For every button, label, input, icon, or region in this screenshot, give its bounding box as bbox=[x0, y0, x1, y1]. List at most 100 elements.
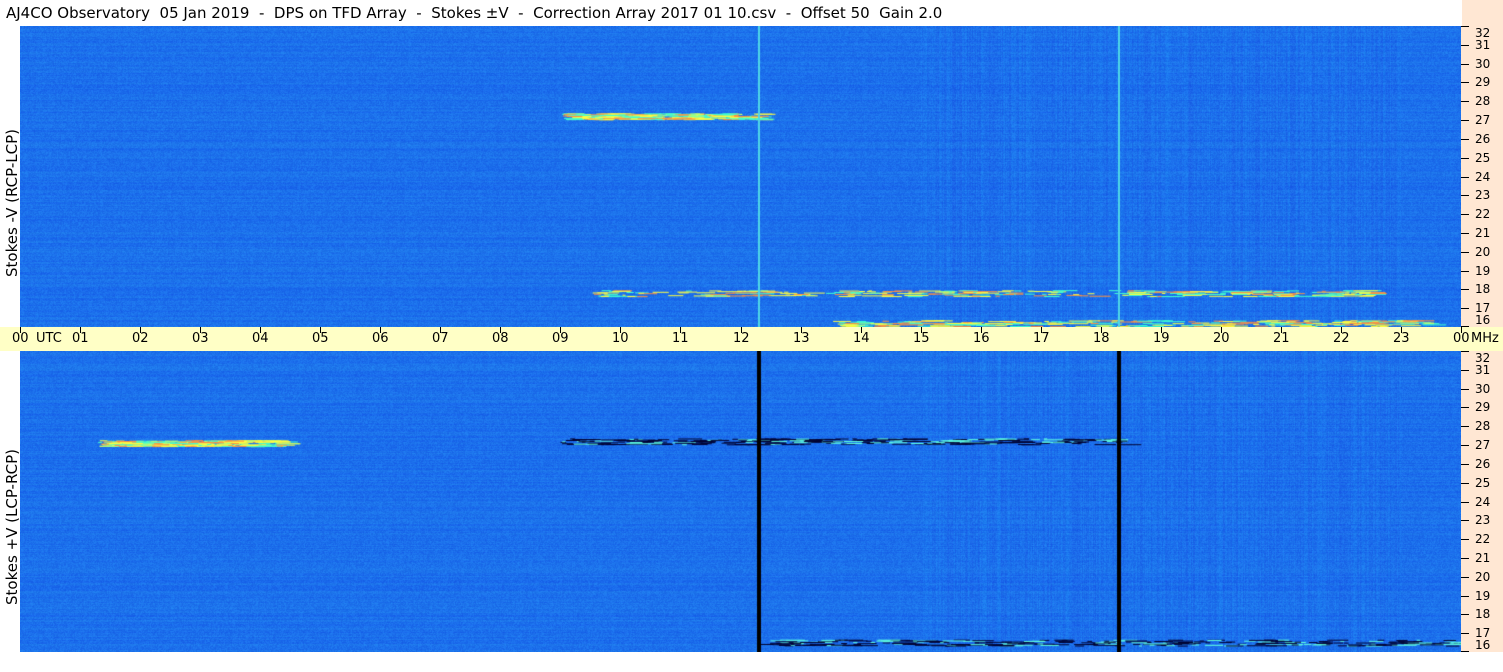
utc-tick-label: 17 bbox=[1033, 331, 1050, 346]
utc-tick-label: 23 bbox=[1393, 331, 1410, 346]
utc-tick-label: 07 bbox=[432, 331, 449, 346]
freq-tick-mark bbox=[1461, 101, 1469, 102]
freq-tick-label: 30 bbox=[1475, 382, 1491, 396]
freq-tick-label: 28 bbox=[1475, 419, 1491, 433]
freq-tick-label: 25 bbox=[1475, 151, 1491, 165]
freq-tick-mark bbox=[1461, 82, 1469, 83]
freq-tick-mark bbox=[1461, 520, 1469, 521]
spectrogram-bottom bbox=[20, 351, 1461, 652]
utc-tick-label: 06 bbox=[372, 331, 389, 346]
freq-tick-mark bbox=[1461, 426, 1469, 427]
freq-tick-mark bbox=[1461, 64, 1469, 65]
freq-tick-mark bbox=[1461, 177, 1469, 178]
freq-tick-label: 26 bbox=[1475, 457, 1491, 471]
freq-tick-mark bbox=[1461, 633, 1469, 634]
freq-tick-label: 29 bbox=[1475, 75, 1491, 89]
freq-tick-label: 16 bbox=[1475, 638, 1491, 652]
freq-tick-mark bbox=[1461, 445, 1469, 446]
utc-tick-label: 02 bbox=[132, 331, 149, 346]
utc-tick-label: 12 bbox=[733, 331, 750, 346]
freq-tick-label: 19 bbox=[1475, 264, 1491, 278]
utc-unit-label: UTC bbox=[36, 331, 62, 346]
freq-tick-label: 18 bbox=[1475, 607, 1491, 621]
freq-tick-label: 21 bbox=[1475, 226, 1491, 240]
freq-tick-mark bbox=[1461, 252, 1469, 253]
freq-axis-bottom: 16 17 18 19 20 21 22 23 24 25 26 27 28 29 30 31 32 bbox=[1461, 351, 1503, 652]
freq-tick-label: 32 bbox=[1475, 351, 1491, 365]
utc-tick-label: 21 bbox=[1273, 331, 1290, 346]
chart-title: AJ4CO Observatory 05 Jan 2019 - DPS on T… bbox=[0, 0, 1462, 26]
freq-tick-mark bbox=[1461, 483, 1469, 484]
spectrogram-top-canvas bbox=[20, 26, 1461, 327]
freq-tick-mark bbox=[1461, 45, 1469, 46]
utc-tick-label: 18 bbox=[1093, 331, 1110, 346]
freq-tick-mark bbox=[1461, 195, 1469, 196]
freq-tick-label: 17 bbox=[1475, 626, 1491, 640]
freq-tick-mark bbox=[1461, 326, 1469, 327]
freq-tick-mark bbox=[1461, 614, 1469, 615]
freq-tick-label: 24 bbox=[1475, 495, 1491, 509]
utc-time-axis: 00 01 02 03 04 05 06 07 08 09 10 11 12 13 14 15 16 17 18 19… bbox=[0, 327, 1503, 351]
freq-tick-label: 30 bbox=[1475, 57, 1491, 71]
freq-tick-label: 29 bbox=[1475, 400, 1491, 414]
panel-top-ylabel: Stokes -V (RCP-LCP) bbox=[3, 129, 21, 277]
freq-tick-label: 31 bbox=[1475, 38, 1491, 52]
freq-tick-label: 31 bbox=[1475, 363, 1491, 377]
freq-tick-label: 27 bbox=[1475, 113, 1491, 127]
utc-tick-label: 08 bbox=[492, 331, 509, 346]
freq-tick-label: 17 bbox=[1475, 301, 1491, 315]
freq-tick-mark bbox=[1461, 558, 1469, 559]
utc-tick-label: 01 bbox=[72, 331, 89, 346]
freq-tick-label: 16 bbox=[1475, 313, 1491, 327]
freq-tick-label: 20 bbox=[1475, 570, 1491, 584]
spectrogram-bottom-canvas bbox=[20, 351, 1461, 652]
freq-tick-label: 22 bbox=[1475, 207, 1491, 221]
utc-tick-label: 03 bbox=[192, 331, 209, 346]
utc-tick-label: 00 bbox=[1453, 331, 1470, 346]
freq-tick-label: 21 bbox=[1475, 551, 1491, 565]
freq-tick-mark bbox=[1461, 139, 1469, 140]
utc-tick-label: 13 bbox=[793, 331, 810, 346]
freq-tick-label: 22 bbox=[1475, 532, 1491, 546]
utc-tick-label: 04 bbox=[252, 331, 269, 346]
freq-tick-mark bbox=[1461, 577, 1469, 578]
freq-tick-label: 27 bbox=[1475, 438, 1491, 452]
utc-tick-label: 11 bbox=[672, 331, 689, 346]
title-right-strip bbox=[1462, 0, 1503, 26]
panel-bottom-ylabel: Stokes +V (LCP-RCP) bbox=[3, 449, 21, 605]
freq-tick-mark bbox=[1461, 214, 1469, 215]
freq-tick-label: 26 bbox=[1475, 132, 1491, 146]
freq-tick-label: 23 bbox=[1475, 513, 1491, 527]
freq-tick-mark bbox=[1461, 120, 1469, 121]
freq-tick-label: 24 bbox=[1475, 170, 1491, 184]
utc-tick-label: 09 bbox=[552, 331, 569, 346]
freq-tick-mark bbox=[1461, 289, 1469, 290]
utc-tick-label: 20 bbox=[1213, 331, 1230, 346]
freq-tick-label: 25 bbox=[1475, 476, 1491, 490]
freq-tick-mark bbox=[1461, 407, 1469, 408]
freq-tick-mark bbox=[1461, 26, 1469, 27]
utc-tick-label: 00 bbox=[12, 331, 29, 346]
spectrogram-top bbox=[20, 26, 1461, 327]
utc-tick-label: 14 bbox=[853, 331, 870, 346]
freq-tick-label: 23 bbox=[1475, 188, 1491, 202]
mhz-unit-label: MHz bbox=[1471, 331, 1499, 346]
utc-tick-label: 05 bbox=[312, 331, 329, 346]
freq-tick-mark bbox=[1461, 539, 1469, 540]
utc-tick-label: 15 bbox=[913, 331, 930, 346]
freq-tick-mark bbox=[1461, 651, 1469, 652]
freq-tick-mark bbox=[1461, 271, 1469, 272]
freq-axis-top: 16 17 18 19 20 21 22 23 24 25 26 27 28 29 30 31 32 bbox=[1461, 26, 1503, 327]
freq-tick-mark bbox=[1461, 370, 1469, 371]
freq-tick-mark bbox=[1461, 389, 1469, 390]
freq-tick-mark bbox=[1461, 233, 1469, 234]
freq-tick-label: 20 bbox=[1475, 245, 1491, 259]
freq-tick-mark bbox=[1461, 158, 1469, 159]
freq-tick-label: 28 bbox=[1475, 94, 1491, 108]
freq-tick-label: 18 bbox=[1475, 282, 1491, 296]
utc-tick-label: 16 bbox=[973, 331, 990, 346]
freq-tick-mark bbox=[1461, 464, 1469, 465]
freq-tick-mark bbox=[1461, 502, 1469, 503]
utc-tick-label: 19 bbox=[1153, 331, 1170, 346]
utc-tick-label: 22 bbox=[1333, 331, 1350, 346]
